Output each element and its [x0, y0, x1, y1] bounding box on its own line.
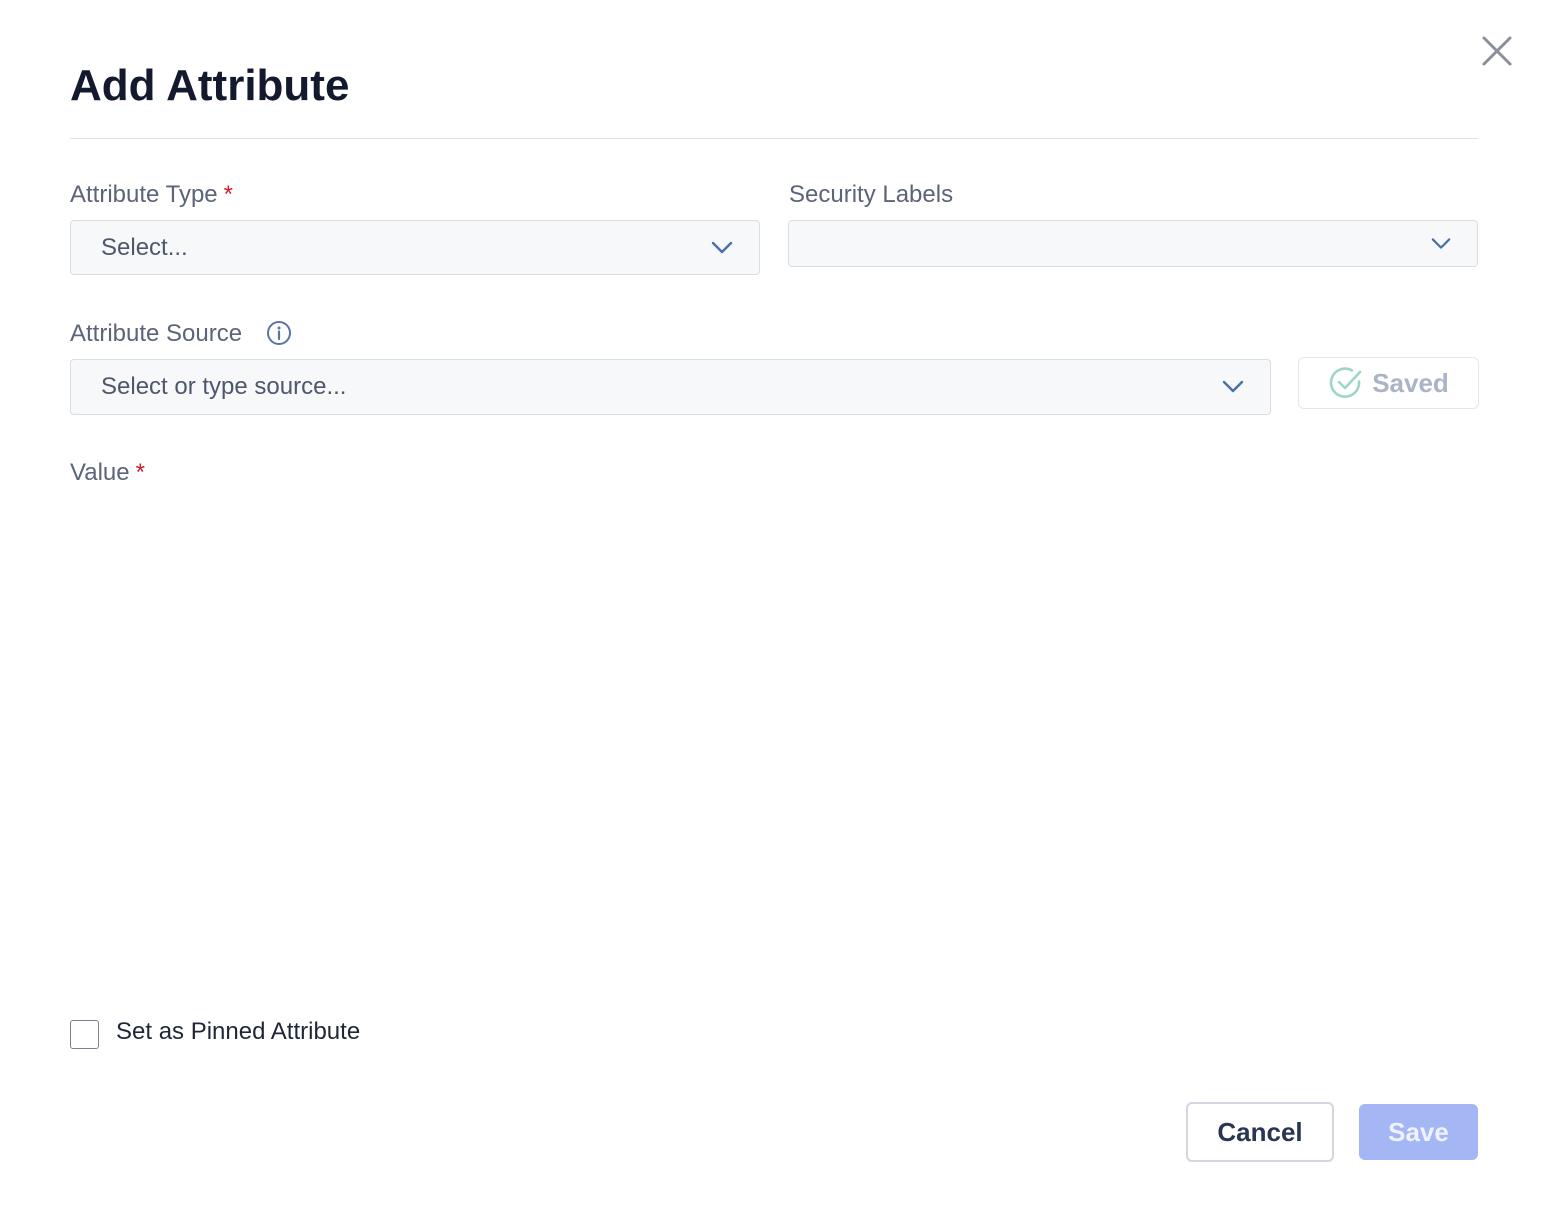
chevron-down-icon	[711, 241, 733, 253]
value-label: Value *	[70, 458, 145, 488]
saved-status-label: Saved	[1372, 367, 1449, 398]
chevron-down-icon	[1431, 237, 1451, 249]
attribute-source-placeholder: Select or type source...	[101, 373, 347, 400]
value-input[interactable]	[70, 500, 1478, 970]
cancel-button[interactable]: Cancel	[1186, 1102, 1334, 1162]
saved-status-button: Saved	[1298, 357, 1479, 409]
attribute-type-placeholder: Select...	[101, 233, 188, 261]
attribute-type-label: Attribute Type *	[70, 180, 233, 210]
value-label-text: Value	[70, 459, 130, 486]
close-icon	[1482, 36, 1512, 66]
attribute-source-label: Attribute Source	[70, 320, 243, 347]
header-divider	[70, 138, 1478, 139]
check-circle-icon	[1330, 367, 1362, 398]
required-mark: *	[223, 181, 233, 208]
attribute-type-select[interactable]: Select...	[70, 220, 760, 275]
chevron-down-icon	[1222, 380, 1244, 393]
close-button[interactable]	[1476, 30, 1518, 72]
add-attribute-dialog: Add Attribute Attribute Type * Select... …	[0, 0, 1548, 1212]
info-icon[interactable]	[266, 320, 292, 346]
attribute-source-select[interactable]: Select or type source...	[70, 359, 1271, 415]
attribute-type-label-text: Attribute Type	[70, 181, 218, 208]
save-button[interactable]: Save	[1359, 1104, 1478, 1160]
security-labels-label: Security Labels	[789, 181, 954, 208]
pinned-attribute-checkbox[interactable]	[70, 1020, 99, 1049]
required-mark: *	[135, 459, 145, 486]
dialog-title: Add Attribute	[70, 61, 350, 110]
pinned-attribute-label[interactable]: Set as Pinned Attribute	[116, 1017, 360, 1047]
security-labels-select[interactable]	[788, 220, 1478, 267]
